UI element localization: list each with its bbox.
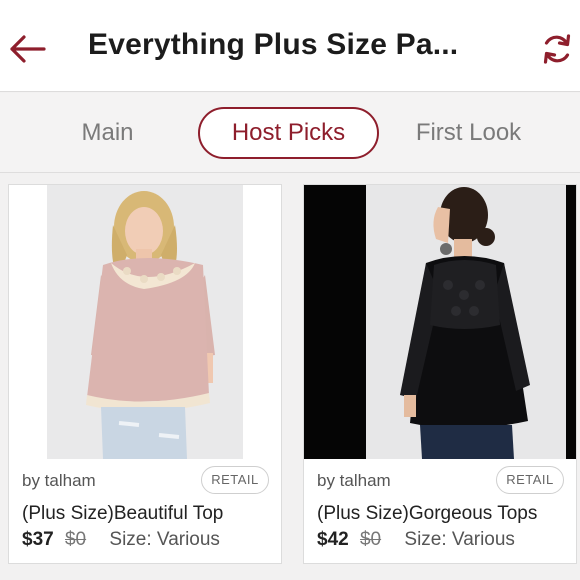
back-button[interactable] <box>4 26 50 72</box>
original-price: $0 <box>64 529 87 550</box>
tab-host-picks[interactable]: Host Picks <box>198 107 379 159</box>
refresh-button[interactable] <box>534 26 580 72</box>
seller-name[interactable]: by talham <box>22 471 96 491</box>
price-row: $37 $0 Size: Various <box>22 529 220 551</box>
listing-title[interactable]: (Plus Size)Gorgeous Tops <box>317 503 537 525</box>
header: Everything Plus Size Pa... <box>0 0 580 92</box>
tab-first-look[interactable]: First Look <box>400 107 537 159</box>
listing-title[interactable]: (Plus Size)Beautiful Top <box>22 503 223 525</box>
tab-main[interactable]: Main <box>60 107 155 159</box>
listing-size: Size: Various <box>109 529 220 550</box>
back-arrow-icon <box>10 35 46 63</box>
price-row: $42 $0 Size: Various <box>317 529 515 551</box>
refresh-icon <box>543 34 571 64</box>
tab-bar: Main Host Picks First Look <box>0 93 580 173</box>
listing-image[interactable] <box>304 185 576 459</box>
page-title: Everything Plus Size Pa... <box>88 28 459 61</box>
listing-size: Size: Various <box>404 529 515 550</box>
listing-price: $42 <box>317 529 349 550</box>
retail-badge: RETAIL <box>496 466 564 494</box>
original-price: $0 <box>359 529 382 550</box>
listing-card[interactable]: by talham RETAIL (Plus Size)Gorgeous Top… <box>303 184 577 564</box>
seller-name[interactable]: by talham <box>317 471 391 491</box>
listing-image[interactable] <box>9 185 281 459</box>
retail-badge: RETAIL <box>201 466 269 494</box>
listing-card[interactable]: by talham RETAIL (Plus Size)Beautiful To… <box>8 184 282 564</box>
listing-price: $37 <box>22 529 54 550</box>
